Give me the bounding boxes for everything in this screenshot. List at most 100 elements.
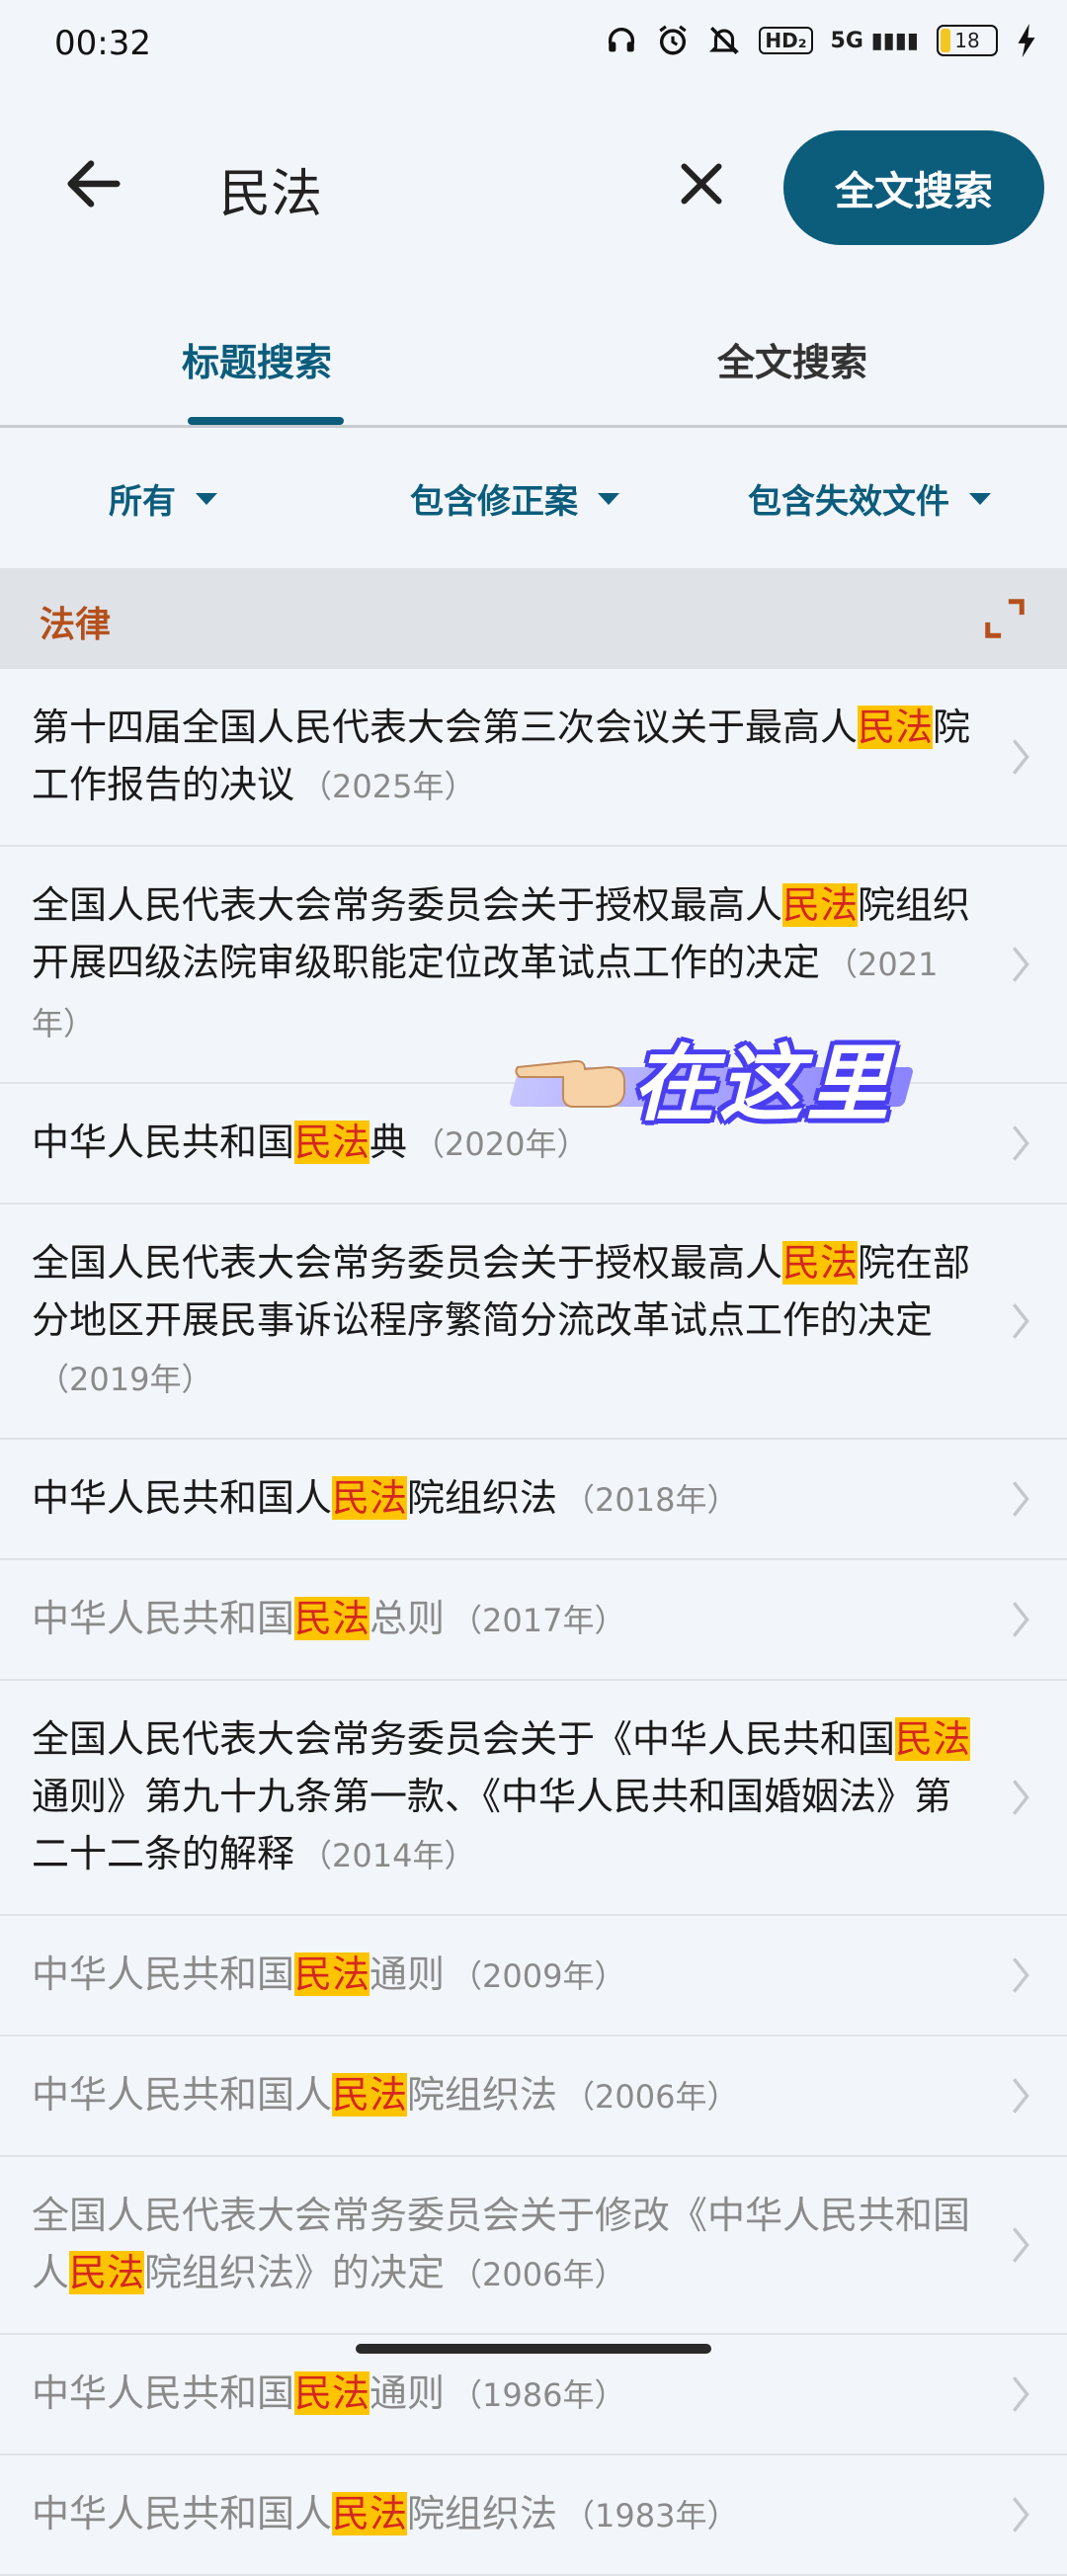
chevron-right-icon: [1013, 2227, 1029, 2263]
filter-amendment-dropdown[interactable]: 包含修正案: [410, 474, 619, 523]
filter-invalid-dropdown[interactable]: 包含失效文件: [748, 474, 991, 523]
back-arrow-icon[interactable]: [59, 149, 128, 218]
result-item[interactable]: 中华人民共和国民法总则 （2017年）: [0, 1560, 1067, 1681]
result-title: 中华人民共和国民法通则 （2009年）: [32, 1946, 978, 2005]
status-icons: HD₂ 5G ▮▮▮▮ 18: [605, 24, 1037, 57]
search-highlight: 民法: [294, 1953, 370, 1996]
result-title: 全国人民代表大会常务委员会关于《中华人民共和国民法通则》第九十九条第一款、《中华…: [32, 1710, 978, 1884]
chevron-right-icon: [1013, 947, 1029, 982]
result-title: 中华人民共和国人民法院组织法 （2018年）: [32, 1469, 978, 1529]
section-header: 法律: [0, 568, 1067, 669]
status-bar: 00:32 HD₂ 5G ▮▮▮▮ 18: [0, 0, 1067, 95]
search-highlight: 民法: [858, 706, 934, 749]
home-indicator[interactable]: [356, 2344, 711, 2354]
result-item[interactable]: 中华人民共和国人民法院组织法 （2018年）: [0, 1440, 1067, 1560]
title-text: 中华人民共和国: [32, 2371, 295, 2415]
tab-fulltext-search[interactable]: 全文搜索: [717, 332, 867, 386]
result-item[interactable]: 中华人民共和国人民法院组织法 （2006年）: [0, 2036, 1067, 2157]
filter-label: 所有: [109, 482, 176, 522]
title-text: 通则: [369, 2371, 446, 2415]
filter-label: 包含失效文件: [748, 482, 949, 522]
hd-icon: HD₂: [759, 27, 813, 54]
title-text: 中华人民共和国: [32, 1953, 295, 1996]
result-year: （2014年）: [300, 1837, 476, 1874]
network-label: 5G: [830, 28, 863, 53]
pointing-hand-icon: [515, 1059, 625, 1108]
results-list: 第十四届全国人民代表大会第三次会议关于最高人民法院工作报告的决议 （2025年） 全…: [0, 669, 1067, 2576]
title-text: 中华人民共和国人: [32, 1476, 333, 1520]
section-title: 法律: [40, 605, 112, 645]
title-text: 全国人民代表大会常务委员会关于授权最高人: [32, 883, 783, 927]
title-text: 院组织法: [407, 2492, 558, 2535]
clear-icon[interactable]: [672, 154, 731, 213]
status-time: 00:32: [54, 24, 151, 63]
result-item[interactable]: 全国人民代表大会常务委员会关于授权最高人民法院在部分地区开展民事诉讼程序繁简分流…: [0, 1205, 1067, 1440]
chevron-right-icon: [1013, 1125, 1029, 1161]
search-mode-tabs: 标题搜索 全文搜索: [0, 296, 1067, 428]
expand-icon[interactable]: [982, 596, 1027, 641]
title-text: 通则: [369, 1953, 446, 1996]
title-text: 院组织法: [407, 2073, 558, 2117]
title-text: 通则》第九十九条第一款、《中华人民共和国婚姻法》第二十二条的解释: [32, 1775, 952, 1875]
fulltext-search-button[interactable]: 全文搜索: [783, 130, 1044, 245]
search-input[interactable]: 民法: [219, 152, 322, 226]
search-highlight: 民法: [332, 2492, 408, 2535]
result-item[interactable]: 全国人民代表大会常务委员会关于《中华人民共和国民法通则》第九十九条第一款、《中华…: [0, 1681, 1067, 1916]
result-title: 全国人民代表大会常务委员会关于授权最高人民法院在部分地区开展民事诉讼程序繁简分流…: [32, 1234, 978, 1408]
title-text: 全国人民代表大会常务委员会关于授权最高人: [32, 1241, 783, 1285]
title-text: 典: [369, 1121, 408, 1164]
chevron-right-icon: [1013, 2376, 1029, 2412]
result-year: （2025年）: [300, 768, 476, 805]
chevron-right-icon: [1013, 1481, 1029, 1517]
search-highlight: 民法: [895, 1717, 971, 1761]
caret-down-icon: [969, 492, 991, 505]
title-text: 院组织法》的决定: [144, 2251, 446, 2294]
search-highlight: 民法: [294, 1597, 370, 1640]
result-item[interactable]: 全国人民代表大会常务委员会关于修改《中华人民共和国人民法院组织法》的决定 （200…: [0, 2157, 1067, 2335]
chevron-right-icon: [1013, 1303, 1029, 1339]
result-title: 第十四届全国人民代表大会第三次会议关于最高人民法院工作报告的决议 （2025年）: [32, 699, 978, 815]
title-text: 中华人民共和国人: [32, 2492, 333, 2535]
result-year: （1986年）: [451, 2376, 626, 2414]
chevron-right-icon: [1013, 1602, 1029, 1637]
filter-scope-dropdown[interactable]: 所有: [109, 474, 217, 523]
result-year: （2006年）: [563, 2078, 739, 2116]
chevron-right-icon: [1013, 2078, 1029, 2114]
search-highlight: 民法: [294, 2371, 370, 2415]
result-year: （2018年）: [563, 1481, 739, 1519]
title-text: 总则: [369, 1597, 446, 1640]
search-highlight: 民法: [332, 1476, 408, 1520]
result-year: （2019年）: [38, 1361, 213, 1398]
charging-icon: [1018, 24, 1035, 57]
alarm-icon: [659, 25, 688, 55]
search-highlight: 民法: [69, 2251, 145, 2294]
title-text: 中华人民共和国人: [32, 2073, 333, 2117]
search-highlight: 民法: [782, 1241, 859, 1285]
annotation-text: 在这里: [632, 1036, 894, 1132]
title-text: 第十四届全国人民代表大会第三次会议关于最高人: [32, 706, 859, 749]
result-item[interactable]: 第十四届全国人民代表大会第三次会议关于最高人民法院工作报告的决议 （2025年）: [0, 669, 1067, 847]
search-highlight: 民法: [782, 883, 859, 927]
result-title: 中华人民共和国民法总则 （2017年）: [32, 1590, 978, 1649]
active-tab-indicator: [188, 417, 344, 425]
annotation-sticker: 在这里: [504, 1018, 919, 1134]
caret-down-icon: [196, 492, 217, 505]
result-year: （2009年）: [451, 1957, 626, 1995]
title-text: 中华人民共和国: [32, 1121, 295, 1164]
mute-bell-icon: [709, 27, 740, 54]
chevron-right-icon: [1013, 1780, 1029, 1815]
tab-title-search[interactable]: 标题搜索: [182, 332, 332, 386]
result-item[interactable]: 中华人民共和国人民法院组织法 （1983年）: [0, 2455, 1067, 2576]
filter-label: 包含修正案: [410, 482, 578, 522]
result-item[interactable]: 中华人民共和国民法通则 （2009年）: [0, 1916, 1067, 2036]
signal-icon: 5G ▮▮▮▮: [830, 28, 919, 53]
result-year: （1983年）: [563, 2497, 739, 2534]
result-year: （2006年）: [451, 2256, 626, 2293]
result-title: 中华人民共和国民法通则 （1986年）: [32, 2365, 978, 2424]
chevron-right-icon: [1013, 739, 1029, 775]
caret-down-icon: [598, 492, 619, 505]
result-year: （2017年）: [451, 1602, 626, 1639]
result-title: 中华人民共和国人民法院组织法 （1983年）: [32, 2485, 978, 2544]
search-highlight: 民法: [332, 2073, 408, 2117]
title-text: 全国人民代表大会常务委员会关于《中华人民共和国: [32, 1717, 896, 1761]
